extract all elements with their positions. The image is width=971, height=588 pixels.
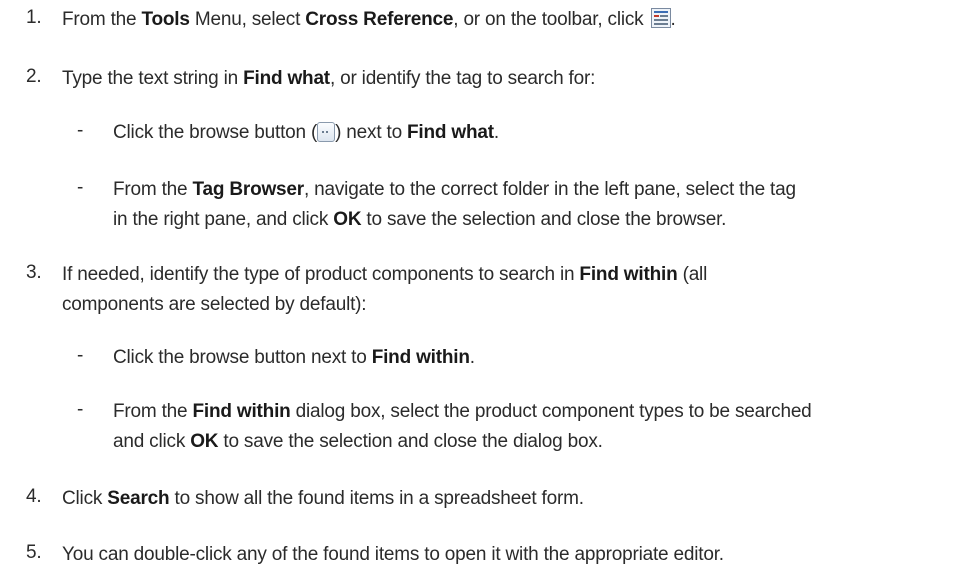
step-2-sub-1-dash: -: [77, 120, 84, 141]
step-1-text: From the Tools Menu, select Cross Refere…: [62, 7, 676, 33]
step-2-text: Type the text string in Find what, or id…: [62, 66, 595, 92]
step-1-text-a: From the: [62, 9, 142, 30]
step-2-sub-1-text: Click the browse button ( ) next to Find …: [113, 120, 499, 146]
find-within-label: Find within: [371, 347, 470, 368]
find-within-label: Find within: [579, 264, 678, 285]
step-2-sub-2-line-1: From the Tag Browser, navigate to the co…: [113, 177, 796, 203]
step-5-number: 5.: [26, 542, 42, 563]
step-3-line-1: If needed, identify the type of product …: [62, 262, 707, 288]
ok-label: OK: [190, 431, 219, 452]
step-3-l1-a: If needed, identify the type of product …: [62, 264, 580, 285]
step-2-text-a: Type the text string in: [62, 68, 244, 89]
tag-browser-label: Tag Browser: [192, 179, 305, 200]
step-3-number: 3.: [26, 262, 42, 283]
step-3-line-2: components are selected by default):: [62, 294, 367, 315]
step-2-sub-1-d: .: [493, 122, 499, 143]
step-2-sub-2-dash: -: [77, 177, 84, 198]
step-3-sub-1-c: .: [469, 347, 475, 368]
browse-button-icon: [317, 122, 336, 142]
step-2-sub-2-l2-a: in the right pane, and click: [113, 209, 334, 230]
step-1-number: 1.: [26, 7, 42, 28]
step-2-sub-1-a: Click the browse button (: [113, 122, 318, 143]
step-2-text-c: , or identify the tag to search for:: [329, 68, 596, 89]
step-2-number: 2.: [26, 66, 42, 87]
step-3-sub-2-l1-a: From the: [113, 401, 193, 422]
step-4-c: to show all the found items in a spreads…: [169, 488, 584, 509]
step-5-text: You can double-click any of the found it…: [62, 544, 724, 565]
step-4-text: Click Search to show all the found items…: [62, 486, 584, 512]
find-within-label: Find within: [192, 401, 291, 422]
cross-reference-icon: [650, 8, 671, 28]
step-3-sub-2-line-1: From the Find within dialog box, select …: [113, 399, 812, 425]
find-what-label: Find what: [407, 122, 494, 143]
step-3-l1-c: (all: [677, 264, 708, 285]
instructions-page: 1. From the Tools Menu, select Cross Ref…: [0, 0, 971, 588]
step-1-text-e: , or on the toolbar, click: [453, 9, 649, 30]
step-2-sub-2-l1-a: From the: [113, 179, 193, 200]
step-4-number: 4.: [26, 486, 42, 507]
step-3-sub-2-l2-a: and click: [113, 431, 191, 452]
step-3-sub-2-dash: -: [77, 399, 84, 420]
step-3-sub-2-l1-c: dialog box, select the product component…: [290, 401, 812, 422]
find-what-label: Find what: [243, 68, 330, 89]
step-3-sub-1-dash: -: [77, 345, 84, 366]
tools-menu-label: Tools: [141, 9, 190, 30]
step-3-sub-1-a: Click the browse button next to: [113, 347, 372, 368]
step-3-sub-1-text: Click the browse button next to Find wit…: [113, 345, 475, 371]
cross-reference-label: Cross Reference: [305, 9, 454, 30]
step-1-text-c: Menu, select: [189, 9, 306, 30]
step-2-sub-2-l1-c: , navigate to the correct folder in the …: [303, 179, 796, 200]
step-2-sub-2-l2-c: to save the selection and close the brow…: [361, 209, 727, 230]
step-2-sub-1-b: ) next to: [335, 122, 408, 143]
step-4-a: Click: [62, 488, 108, 509]
step-3-sub-2-line-2: and click OK to save the selection and c…: [113, 429, 603, 455]
search-label: Search: [107, 488, 170, 509]
step-3-sub-2-l2-c: to save the selection and close the dial…: [218, 431, 603, 452]
ok-label: OK: [333, 209, 362, 230]
step-1-text-f: .: [670, 9, 676, 30]
step-2-sub-2-line-2: in the right pane, and click OK to save …: [113, 207, 726, 233]
